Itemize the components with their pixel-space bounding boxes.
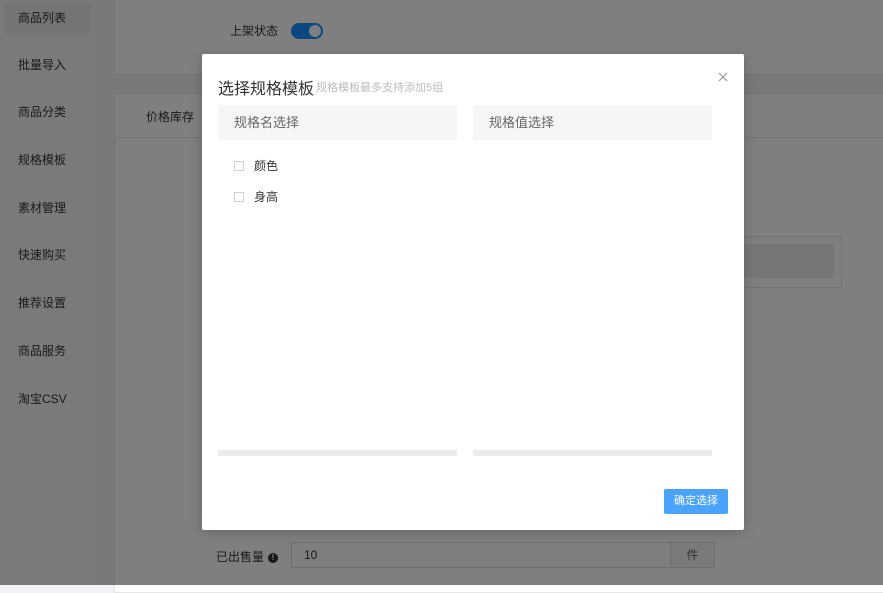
dialog-subtitle: 规格模板最多支持添加5组 [316, 82, 444, 94]
option-label: 颜色 [254, 159, 279, 173]
spec-name-option-height[interactable]: 身高 [234, 188, 278, 205]
spec-name-scrollbar[interactable] [218, 450, 457, 456]
spec-value-header: 规格值选择 [473, 105, 712, 140]
spec-name-option-color[interactable]: 颜色 [234, 157, 278, 174]
confirm-selection-button[interactable]: 确定选择 [664, 489, 728, 514]
option-label: 身高 [254, 190, 279, 204]
dialog-title: 选择规格模板 [218, 81, 315, 98]
spec-name-header: 规格名选择 [218, 105, 457, 140]
spec-template-dialog: 选择规格模板 规格模板最多支持添加5组 规格名选择 规格值选择 颜色 身高 确定… [202, 54, 744, 530]
close-icon-glyph [718, 72, 728, 82]
checkbox[interactable] [234, 161, 244, 171]
checkbox[interactable] [234, 192, 244, 202]
spec-value-scrollbar[interactable] [473, 450, 712, 456]
close-icon[interactable] [716, 70, 730, 84]
